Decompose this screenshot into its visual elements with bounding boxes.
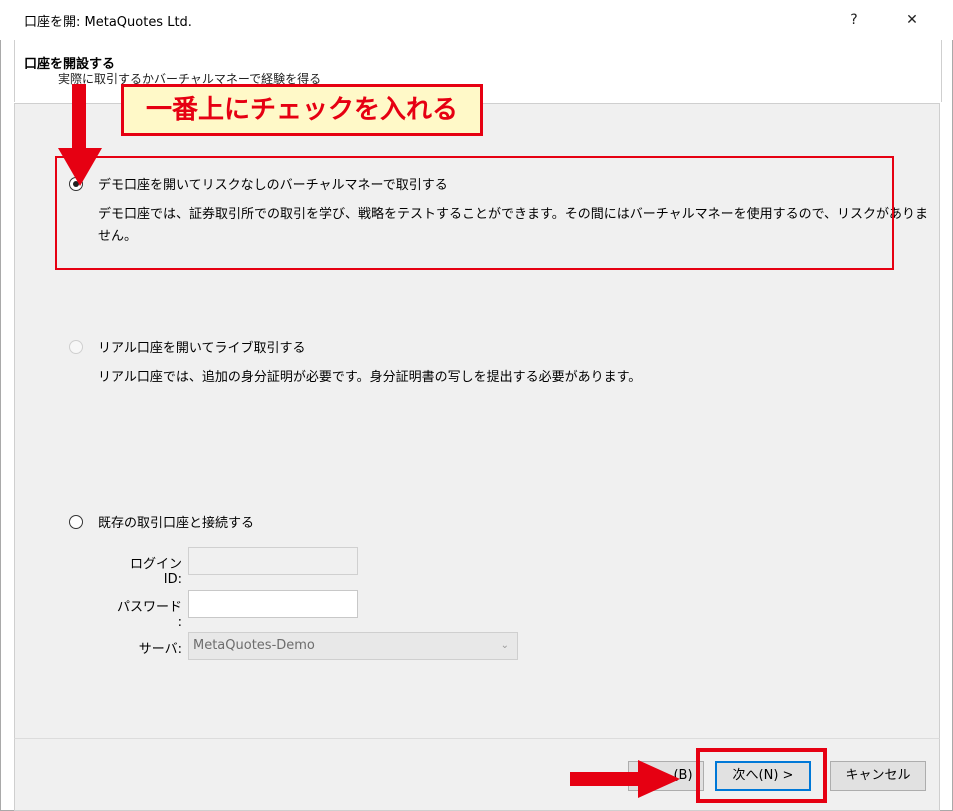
demo-option-highlight <box>55 156 894 270</box>
next-button-highlight <box>696 748 827 803</box>
chevron-down-icon: ⌄ <box>500 640 509 651</box>
instruction-callout: 一番上にチェックを入れる <box>121 84 483 136</box>
down-arrow-icon <box>58 84 102 186</box>
real-account-radio[interactable] <box>69 340 83 354</box>
cancel-button[interactable]: キャンセル <box>830 761 926 791</box>
server-label: サーバ: <box>138 642 182 657</box>
password-input[interactable] <box>188 590 358 618</box>
password-label: パスワード : <box>116 600 182 630</box>
close-button[interactable]: ✕ <box>900 8 924 32</box>
login-id-label: ログインID: <box>129 557 182 587</box>
existing-account-label[interactable]: 既存の取引口座と接続する <box>98 512 254 531</box>
help-button[interactable]: ? <box>842 8 866 32</box>
window-title: 口座を開: MetaQuotes Ltd. <box>24 15 192 30</box>
server-select[interactable]: MetaQuotes-Demo ⌄ <box>188 632 518 660</box>
login-id-input[interactable] <box>188 547 358 575</box>
existing-account-radio[interactable] <box>69 515 83 529</box>
right-arrow-icon <box>570 760 680 798</box>
server-select-value: MetaQuotes-Demo <box>193 638 315 653</box>
real-account-label[interactable]: リアル口座を開いてライブ取引する <box>98 337 305 356</box>
real-account-desc: リアル口座では、追加の身分証明が必要です。身分証明書の写しを提出する必要がありま… <box>98 370 642 385</box>
